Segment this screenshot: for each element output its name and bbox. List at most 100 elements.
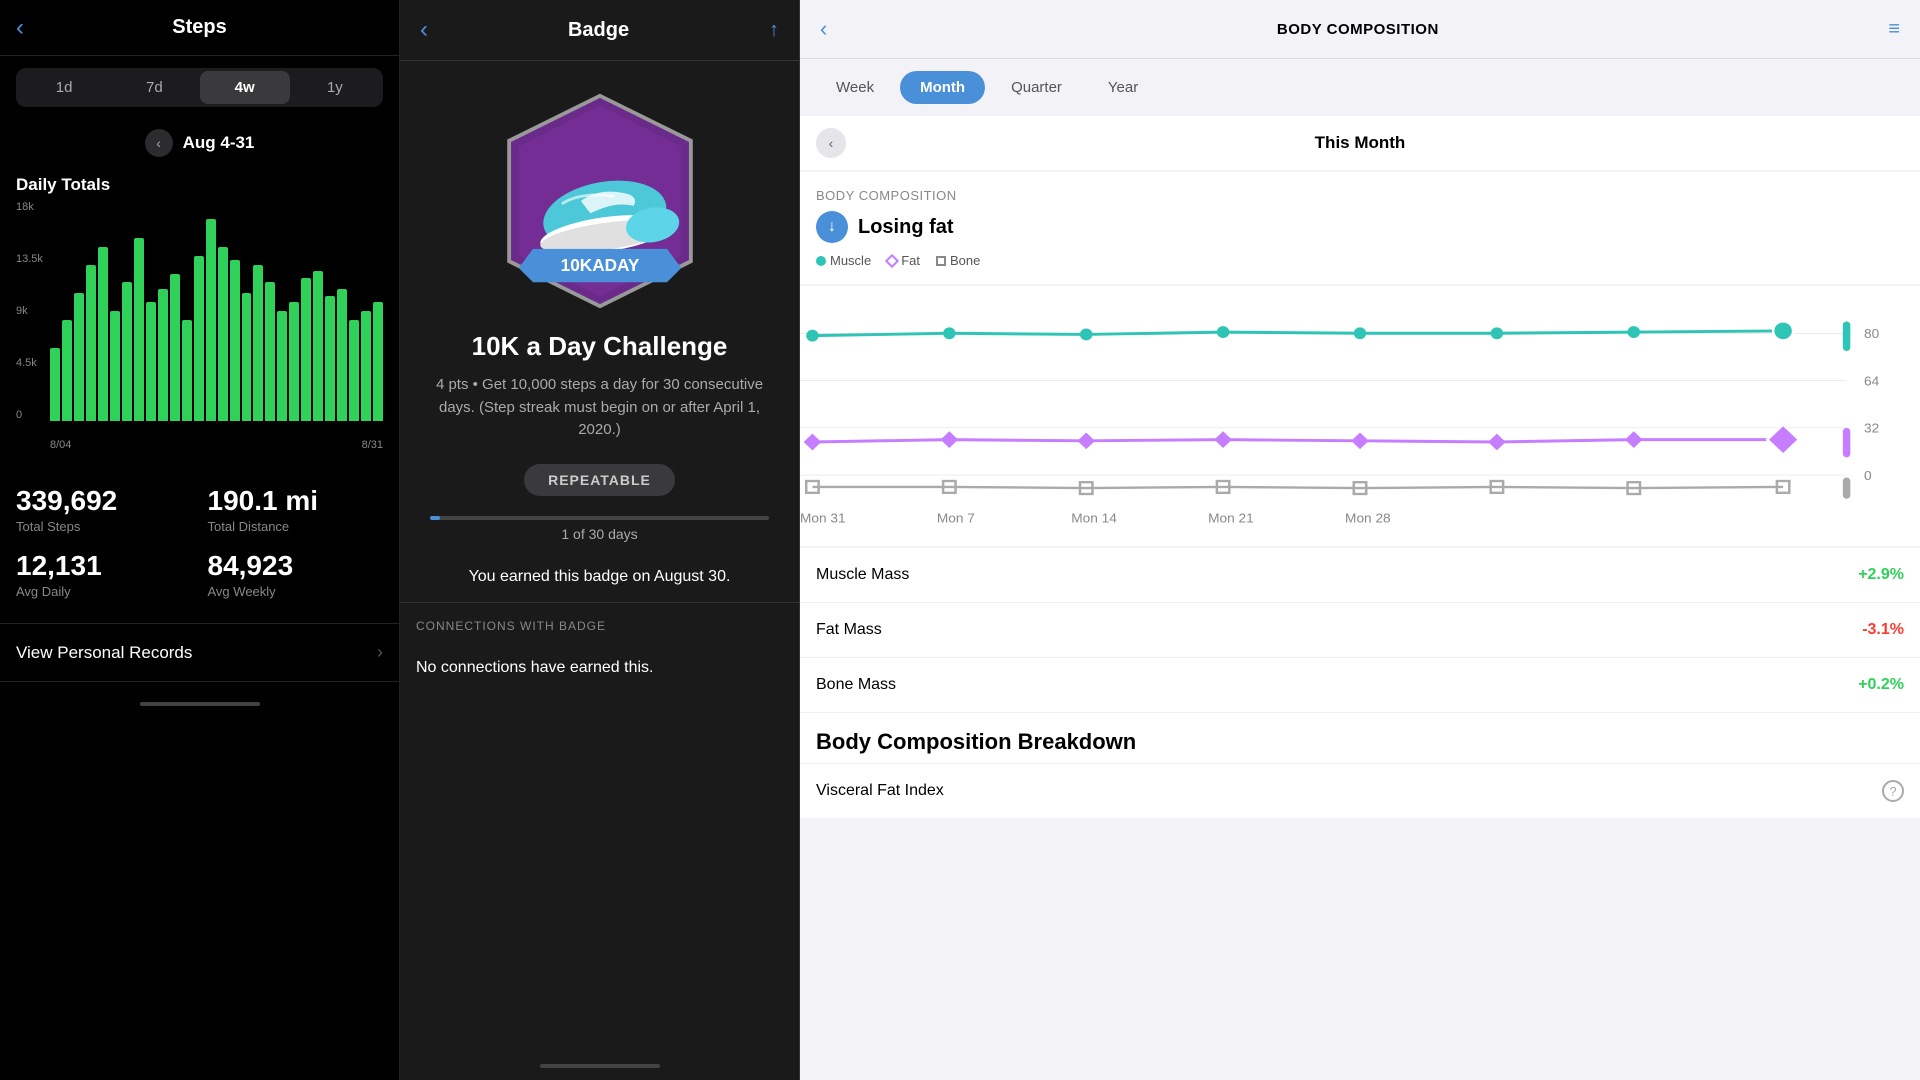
- svg-text:Mon 7: Mon 7: [937, 511, 975, 526]
- view-personal-records-button[interactable]: View Personal Records ›: [0, 623, 399, 682]
- svg-text:32: 32: [1864, 421, 1879, 436]
- muscle-mass-value: +2.9%: [1858, 566, 1904, 584]
- no-connections-text: No connections have earned this.: [416, 649, 783, 687]
- tab-quarter[interactable]: Quarter: [991, 71, 1082, 104]
- badge-earned-text: You earned this badge on August 30.: [400, 552, 799, 602]
- repeatable-section: REPEATABLE: [400, 464, 799, 496]
- steps-back-button[interactable]: ‹: [16, 14, 24, 42]
- breakdown-title: Body Composition Breakdown: [800, 713, 1920, 763]
- bar: [277, 311, 287, 421]
- time-1d[interactable]: 1d: [19, 71, 109, 104]
- avg-weekly-label: Avg Weekly: [208, 584, 384, 599]
- time-1y[interactable]: 1y: [290, 71, 380, 104]
- bar: [265, 282, 275, 421]
- fat-diamond: [885, 253, 899, 267]
- stats-grid: 339,692 Total Steps 190.1 mi Total Dista…: [0, 469, 399, 615]
- body-comp-chart: 80 64 32 0 Mon 31 Mon 7 Mon 14 Mon 21 Mo…: [800, 286, 1920, 546]
- time-4w[interactable]: 4w: [200, 71, 290, 104]
- badge-scroll-indicator: [540, 1064, 660, 1068]
- badge-back-button[interactable]: ‹: [420, 16, 428, 44]
- goal-icon: ↓: [816, 211, 848, 243]
- body-comp-label: BODY COMPOSITION: [816, 188, 1904, 203]
- chart-bars: [50, 201, 383, 421]
- badge-panel: ‹ Badge ↑ 10: [400, 0, 800, 1080]
- bar: [301, 278, 311, 421]
- bar: [110, 311, 120, 421]
- bar: [122, 282, 132, 421]
- bar: [50, 348, 60, 421]
- bar: [253, 265, 263, 421]
- total-steps-stat: 339,692 Total Steps: [16, 485, 192, 534]
- metrics-list: Muscle Mass +2.9% Fat Mass -3.1% Bone Ma…: [800, 548, 1920, 713]
- date-back-button[interactable]: ‹: [145, 129, 173, 157]
- badge-title: Badge: [568, 19, 629, 42]
- daily-totals-label: Daily Totals: [0, 167, 399, 201]
- bar: [349, 320, 359, 421]
- badge-hexagon: 10KADAY: [490, 91, 710, 311]
- month-back-button[interactable]: ‹: [816, 128, 846, 158]
- bar: [313, 271, 323, 421]
- bar: [218, 247, 228, 421]
- bar: [230, 260, 240, 421]
- month-forward-button: [1874, 128, 1904, 158]
- bar: [325, 296, 335, 421]
- badge-name: 10K a Day Challenge: [400, 331, 799, 362]
- avg-weekly-stat: 84,923 Avg Weekly: [208, 550, 384, 599]
- total-distance-stat: 190.1 mi Total Distance: [208, 485, 384, 534]
- body-title: BODY COMPOSITION: [1277, 21, 1439, 38]
- body-comp-section: BODY COMPOSITION ↓ Losing fat Muscle Fat…: [800, 172, 1920, 284]
- time-7d[interactable]: 7d: [109, 71, 199, 104]
- date-range-label: Aug 4-31: [183, 133, 255, 153]
- share-button[interactable]: ↑: [769, 19, 779, 42]
- fat-mass-value: -3.1%: [1862, 621, 1904, 639]
- total-steps-label: Total Steps: [16, 519, 192, 534]
- time-tabs: Week Month Quarter Year: [800, 59, 1920, 116]
- avg-daily-value: 12,131: [16, 550, 192, 582]
- info-icon[interactable]: ?: [1882, 780, 1904, 802]
- tab-month[interactable]: Month: [900, 71, 985, 104]
- month-label: This Month: [1315, 133, 1406, 153]
- bone-mass-value: +0.2%: [1858, 676, 1904, 694]
- bone-mass-row: Bone Mass +0.2%: [800, 658, 1920, 713]
- body-menu-button[interactable]: ≡: [1888, 18, 1900, 41]
- progress-bar-background: [430, 516, 769, 520]
- steps-title: Steps: [172, 16, 226, 39]
- svg-text:Mon 14: Mon 14: [1071, 511, 1117, 526]
- badge-description: 4 pts • Get 10,000 steps a day for 30 co…: [400, 362, 799, 454]
- bar: [289, 302, 299, 421]
- bar: [206, 219, 216, 421]
- bar: [98, 247, 108, 421]
- body-back-button[interactable]: ‹: [820, 16, 827, 42]
- steps-header: ‹ Steps: [0, 0, 399, 56]
- visceral-fat-name: Visceral Fat Index: [816, 782, 944, 800]
- svg-text:10KADAY: 10KADAY: [560, 255, 639, 275]
- svg-text:Mon 28: Mon 28: [1345, 511, 1391, 526]
- avg-daily-stat: 12,131 Avg Daily: [16, 550, 192, 599]
- scroll-indicator: [140, 702, 260, 706]
- svg-text:64: 64: [1864, 374, 1880, 389]
- svg-text:80: 80: [1864, 326, 1879, 341]
- bone-mass-name: Bone Mass: [816, 676, 896, 694]
- bar: [134, 238, 144, 421]
- month-navigation: ‹ This Month: [800, 116, 1920, 170]
- repeatable-tag: REPEATABLE: [524, 464, 675, 496]
- bar: [361, 311, 371, 421]
- tab-week[interactable]: Week: [816, 71, 894, 104]
- bar: [146, 302, 156, 421]
- total-distance-value: 190.1 mi: [208, 485, 384, 517]
- badge-image-container: 10KADAY: [400, 61, 799, 331]
- total-steps-value: 339,692: [16, 485, 192, 517]
- legend-fat: Fat: [887, 253, 920, 268]
- muscle-dot: [816, 256, 826, 266]
- avg-weekly-value: 84,923: [208, 550, 384, 582]
- view-records-text: View Personal Records: [16, 643, 192, 663]
- bar: [74, 293, 84, 421]
- body-composition-panel: ‹ BODY COMPOSITION ≡ Week Month Quarter …: [800, 0, 1920, 1080]
- tab-year[interactable]: Year: [1088, 71, 1158, 104]
- fat-mass-name: Fat Mass: [816, 621, 882, 639]
- progress-bar-fill: [430, 516, 440, 520]
- body-header: ‹ BODY COMPOSITION ≡: [800, 0, 1920, 59]
- bar: [170, 274, 180, 421]
- date-navigation: ‹ Aug 4-31: [0, 119, 399, 167]
- bar: [182, 320, 192, 421]
